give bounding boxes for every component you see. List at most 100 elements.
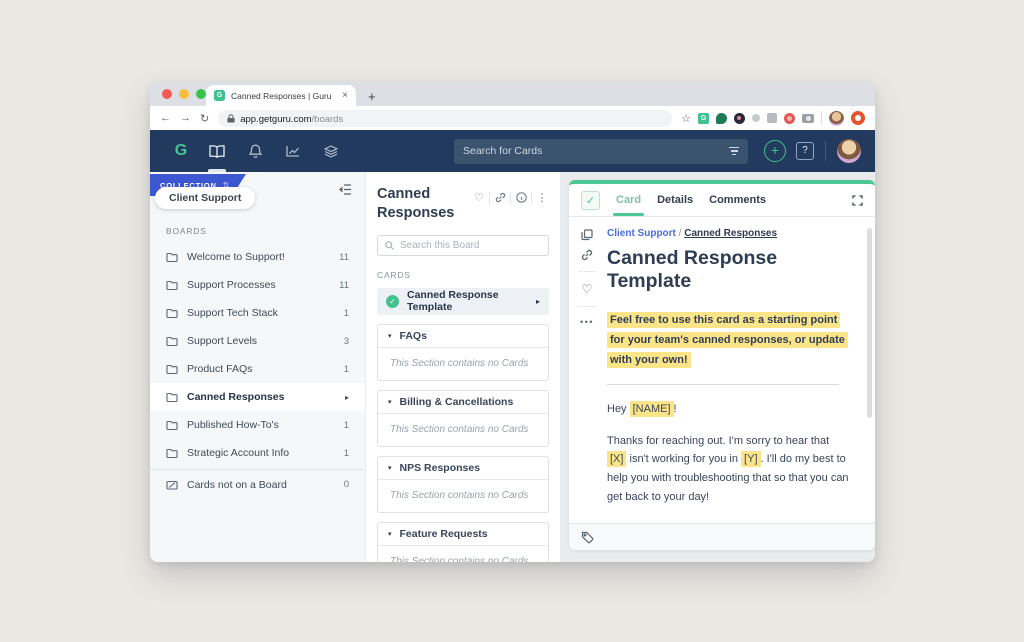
bookmark-star-icon[interactable]: ☆ [681,112,691,125]
extension-icon[interactable] [716,113,727,124]
card-scrollbar[interactable] [867,228,872,418]
sidebar-item-support-tech-stack[interactable]: Support Tech Stack 1 [150,299,365,327]
reload-icon[interactable]: ↻ [200,112,209,125]
forward-icon[interactable]: → [180,112,191,124]
boards-nav-icon[interactable] [198,130,236,172]
extension-icon[interactable] [851,111,865,125]
sidebar-item-support-levels[interactable]: Support Levels 3 [150,327,365,355]
guru-logo-icon[interactable]: G [164,142,198,160]
verify-checkbox-icon[interactable]: ✓ [581,191,600,210]
browser-window: G Canned Responses | Guru × + ← → ↻ app.… [150,82,875,562]
card-header: ✓ Card Details Comments [569,184,875,217]
card-count: 1 [344,364,349,375]
browser-profile-avatar[interactable] [829,111,844,126]
folder-icon [166,308,178,318]
lock-icon [227,114,235,123]
new-tab-button[interactable]: + [368,89,376,104]
card-count: 1 [344,308,349,319]
board-section-feature-requests: ▾ Feature Requests This Section contains… [377,522,549,562]
filter-icon[interactable] [729,145,739,158]
collection-sidebar: COLLECTION ⇅ Client Support BOARDS Welco… [150,172,365,562]
board-section-nps: ▾ NPS Responses This Section contains no… [377,456,549,513]
sidebar-item-welcome-to-support[interactable]: Welcome to Support! 11 [150,243,365,271]
card-intro-text: Feel free to use this card as a starting… [607,310,845,371]
guru-favicon-icon: G [214,90,225,101]
card-footer [569,523,875,550]
section-header[interactable]: ▾ Feature Requests [378,523,548,546]
favorite-heart-icon[interactable]: ♡ [469,191,489,204]
board-panel: Canned Responses ♡ ⋮ CARDS ✓ C [365,172,561,562]
breadcrumb-board-link[interactable]: Canned Responses [684,228,777,239]
sidebar-item-support-processes[interactable]: Support Processes 11 [150,271,365,299]
duplicate-icon[interactable] [581,229,593,241]
caret-down-icon: ▾ [388,398,392,406]
section-header[interactable]: ▾ FAQs [378,325,548,348]
guru-top-nav: G + ? [150,130,875,172]
cards-section-label: CARDS [377,270,549,280]
more-options-icon[interactable]: ••• [580,317,594,327]
caret-down-icon: ▾ [388,530,392,538]
card-action-rail: ♡ ••• [569,217,605,523]
screenshot-extension-icon[interactable] [802,114,814,123]
chevron-right-icon: ▸ [345,393,349,402]
kebab-menu-icon[interactable]: ⋮ [532,191,552,204]
section-header[interactable]: ▾ NPS Responses [378,457,548,480]
section-empty-text: This Section contains no Cards [378,414,548,446]
extension-icon[interactable] [784,113,795,124]
extension-icon[interactable] [734,113,745,124]
card-title: Canned Response Template [607,247,832,294]
collection-name-pill[interactable]: Client Support [155,187,255,209]
desktop-background: G Canned Responses | Guru × + ← → ↻ app.… [0,0,1024,642]
folder-icon [166,420,178,430]
back-icon[interactable]: ← [160,112,171,124]
chevron-right-icon: ▸ [536,297,540,306]
toolbar-divider [821,111,822,125]
copy-link-icon[interactable] [490,192,510,203]
card-body: ♡ ••• Client Support / Canned Responses … [569,217,875,523]
sidebar-item-strategic-account-info[interactable]: Strategic Account Info 1 [150,439,365,467]
analytics-chart-icon[interactable] [274,130,312,172]
board-actions: ♡ ⋮ [469,191,552,204]
global-search-input[interactable] [463,145,723,157]
create-card-button[interactable]: + [764,140,786,162]
global-search[interactable] [454,139,748,164]
sidebar-item-canned-responses[interactable]: Canned Responses ▸ [150,383,365,411]
section-empty-text: This Section contains no Cards [378,480,548,512]
guru-extension-icon[interactable]: G [698,113,709,124]
sidebar-item-cards-not-on-board[interactable]: Cards not on a Board 0 [150,469,365,497]
close-window-button[interactable] [162,89,172,99]
folder-icon [166,448,178,458]
url-host: app.getguru.com [240,114,311,125]
card-count: 0 [344,479,349,490]
user-avatar[interactable] [837,139,861,163]
board-search[interactable] [377,235,549,256]
help-button[interactable]: ? [796,142,814,160]
card-list-item-selected[interactable]: ✓ Canned Response Template ▸ [377,288,549,315]
extension-icon[interactable] [767,113,777,123]
browser-tab[interactable]: G Canned Responses | Guru × [206,85,356,106]
tab-card[interactable]: Card [616,194,641,206]
copy-link-icon[interactable] [581,249,593,261]
section-header[interactable]: ▾ Billing & Cancellations [378,391,548,414]
extension-icon[interactable] [752,114,760,122]
card-greeting: Hey [NAME]! [607,400,849,419]
sidebar-item-published-how-tos[interactable]: Published How-To's 1 [150,411,365,439]
minimize-window-button[interactable] [179,89,189,99]
address-bar[interactable]: app.getguru.com/boards [218,110,672,127]
expand-icon[interactable] [852,195,863,206]
info-icon[interactable] [511,192,531,203]
collapse-sidebar-icon[interactable] [338,184,352,195]
tab-details[interactable]: Details [657,194,693,206]
notifications-bell-icon[interactable] [236,130,274,172]
collections-layers-icon[interactable] [312,130,350,172]
tab-comments[interactable]: Comments [709,194,766,206]
tab-close-icon[interactable]: × [342,90,348,101]
breadcrumb-collection-link[interactable]: Client Support [607,228,676,239]
tag-icon[interactable] [581,531,594,544]
favorite-heart-icon[interactable]: ♡ [582,282,593,296]
breadcrumb: Client Support / Canned Responses [607,228,849,239]
card-preview-area: ✓ Card Details Comments ♡ [561,172,875,562]
zoom-window-button[interactable] [196,89,206,99]
sidebar-item-product-faqs[interactable]: Product FAQs 1 [150,355,365,383]
board-search-input[interactable] [400,240,541,251]
